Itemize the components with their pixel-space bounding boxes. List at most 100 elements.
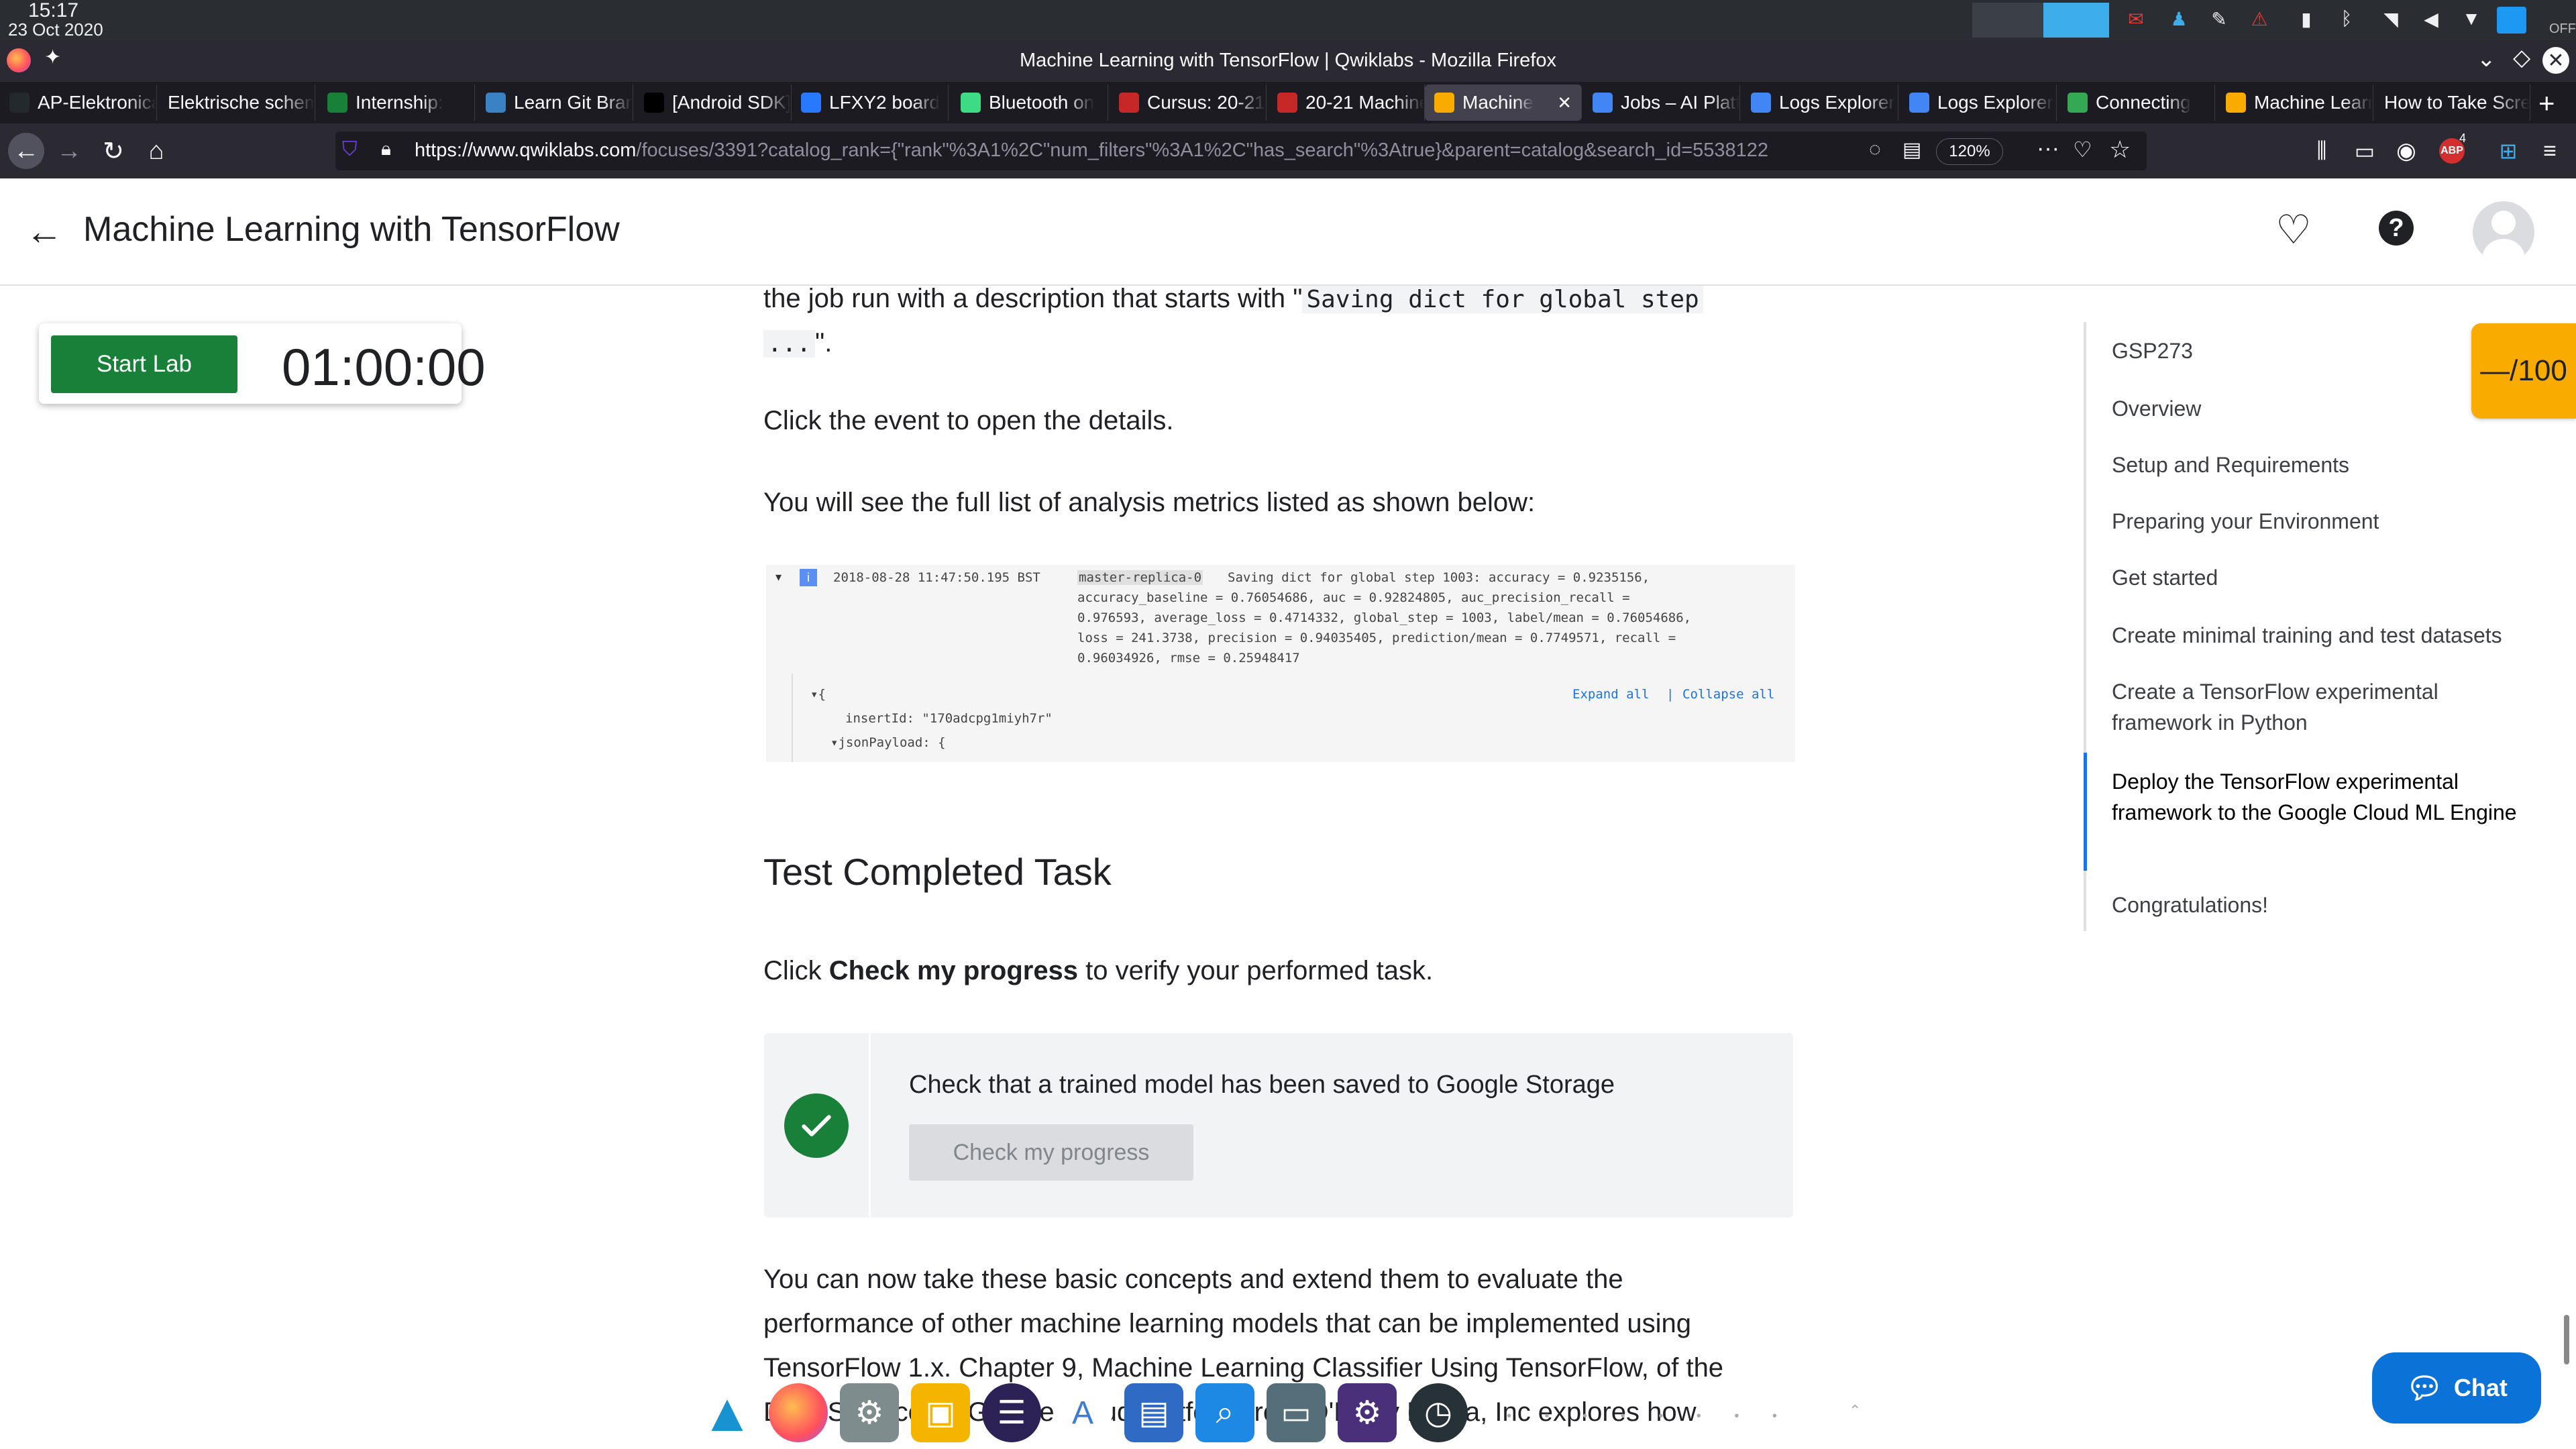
tab[interactable]: Logs Explorer [1741,85,1898,121]
back-arrow-icon[interactable]: ← [25,209,63,253]
tab[interactable]: Internship: [318,85,475,121]
toc-item[interactable]: Preparing your Environment [2112,506,2541,537]
extensions-icon[interactable]: ⊞ [2490,133,2526,169]
forward-icon[interactable]: → [51,133,87,169]
new-tab-icon[interactable]: + [2538,87,2555,119]
workspace-active[interactable] [2043,3,2109,38]
tab-label: Cursus: 20-21 [1147,92,1265,113]
tab[interactable]: LFXY2 board [792,85,949,121]
back-icon[interactable]: ← [8,133,44,169]
tab[interactable]: Cursus: 20-21 [1110,85,1267,121]
tab[interactable]: Machine Learning [2216,85,2373,121]
zoom-level[interactable]: 120% [1936,138,2003,165]
tab-label: AP-Elektronica [38,92,156,113]
tab[interactable]: Learn Git Branching [476,85,633,121]
account-icon[interactable]: ◉ [2388,133,2424,169]
page-actions-icon[interactable]: ··· [2037,136,2059,162]
close-tab-icon[interactable]: ✕ [1557,93,1572,113]
tab-label: Logs Explorer [1779,92,1895,113]
lightbulb-icon[interactable]: ◌ [1869,138,1881,161]
tab[interactable]: Bluetooth on [951,85,1108,121]
toc-item[interactable]: Deploy the TensorFlow experimental frame… [2112,766,2541,828]
tab[interactable]: Elektrische schema [158,85,315,121]
toc-item[interactable]: Get started [2112,562,2541,593]
dock-collapse-icon[interactable]: ⌃ [1849,1402,1861,1419]
score-badge[interactable]: —/100 [2471,323,2576,419]
finder-dock-icon[interactable]: ⌕ [1195,1383,1254,1442]
arch-icon[interactable]: ▲ [698,1383,757,1442]
expand-tray-icon[interactable]: ▼ [2459,7,2483,31]
desktop-icon[interactable] [2497,7,2526,34]
tab[interactable]: AP-Elektronica [0,85,157,121]
clock-time[interactable]: 15:17 [28,0,78,21]
inline-code: ... [763,330,816,358]
favorite-icon[interactable]: ♡ [2275,207,2312,254]
toc-item[interactable]: Setup and Requirements [2112,449,2541,480]
url-text[interactable]: https://www.qwiklabs.com/focuses/3391?ca… [415,140,1768,162]
github-icon [9,93,30,113]
settings-dock-icon[interactable]: ⚙ [840,1383,899,1442]
storage-icon[interactable]: ▮ [2294,7,2318,31]
start-lab-button[interactable]: Start Lab [51,335,237,393]
tab[interactable]: Logs Explorer [1900,85,2057,121]
notification-icon[interactable]: ✉ [2124,7,2148,31]
reload-icon[interactable]: ↻ [95,133,131,169]
chat-button[interactable]: 💬︎ Chat [2372,1352,2541,1424]
menu-icon[interactable]: ≡ [2532,133,2568,169]
firefox-dock-icon[interactable] [769,1383,828,1442]
clock-date[interactable]: 23 Oct 2020 [8,20,103,39]
navigation-bar: ← → ↻ ⌂ ⛉ 🔒︎ https://www.qwiklabs.com/fo… [0,123,2576,178]
toc-item[interactable]: Create a TensorFlow experimental framewo… [2112,676,2541,738]
files-dock-icon[interactable]: ▣ [911,1383,970,1442]
text-editor-dock-icon[interactable]: ▤ [1124,1383,1183,1442]
wifi-icon[interactable]: ◥ [2379,7,2403,31]
user-icon[interactable]: ♟ [2167,7,2191,31]
tab[interactable]: How to Take Screenshots [2375,85,2530,121]
check-my-progress-button[interactable]: Check my progress [909,1124,1193,1181]
toc-item[interactable]: Create minimal training and test dataset… [2112,620,2541,651]
system-settings-dock-icon[interactable]: ⚙ [1338,1383,1397,1442]
home-icon[interactable]: ⌂ [138,133,174,169]
volume-icon[interactable]: ◀ [2419,7,2443,31]
off-label[interactable]: OFF [2549,21,2576,37]
close-window-icon[interactable]: ✕ [2542,47,2569,74]
avatar[interactable] [2473,201,2534,263]
bluetooth-icon[interactable]: ᛒ [2334,7,2359,31]
sidebar-icon[interactable]: ▭ [2347,133,2383,169]
screenshot-dock-icon[interactable]: ▭ [1267,1383,1326,1442]
clock-dock-icon[interactable]: ◷ [1409,1383,1468,1442]
globe-icon [327,93,347,113]
toc-item[interactable]: Congratulations! [2112,890,2541,920]
tab[interactable]: 20-21 Machine [1268,85,1425,121]
keep-above-icon[interactable]: ◇ [2513,44,2530,71]
window-title: Machine Learning with TensorFlow | Qwikl… [1020,50,1556,71]
tracking-shield-icon[interactable]: ⛉ [342,138,368,164]
clipboard-icon[interactable]: ✎ [2207,7,2231,31]
reader-view-icon[interactable]: ▤ [1902,138,1921,162]
pocket-icon[interactable]: ♡ [2073,137,2092,162]
tab-label: Bluetooth on [989,92,1095,113]
qwiklabs-icon [1434,93,1454,113]
android-studio-dock-icon[interactable]: A [1053,1383,1112,1442]
eclipse-dock-icon[interactable]: ☰ [982,1383,1041,1442]
minimize-icon[interactable]: ⌄ [2477,46,2496,72]
lock-icon[interactable]: 🔒︎ [381,138,391,160]
tab-label: [Android SDK] [672,92,791,113]
check-progress-card: Check that a trained model has been save… [764,1033,1793,1218]
tab[interactable]: [Android SDK] [635,85,792,121]
tab[interactable]: Machine ✕ [1425,85,1582,121]
update-icon[interactable]: ⚠ [2247,7,2271,31]
terminal-icon [644,93,664,113]
git-icon [486,93,506,113]
page-scrollbar[interactable] [2564,1315,2569,1364]
window-titlebar: ✦ Machine Learning with TensorFlow | Qwi… [0,40,2576,82]
library-icon[interactable]: ⫼ [2304,133,2340,169]
paragraph-open-event: Click the event to open the details. [763,406,1174,435]
tab-label: LFXY2 board [829,92,940,113]
help-icon[interactable]: ? [2379,211,2414,246]
inline-code: Saving dict for global step [1302,286,1703,313]
bookmark-star-icon[interactable]: ☆ [2109,136,2131,164]
url-bar[interactable]: ⛉ 🔒︎ https://www.qwiklabs.com/focuses/33… [335,131,2147,170]
tab[interactable]: Jobs – AI Platform [1583,85,1740,121]
tab[interactable]: Connecting [2058,85,2215,121]
